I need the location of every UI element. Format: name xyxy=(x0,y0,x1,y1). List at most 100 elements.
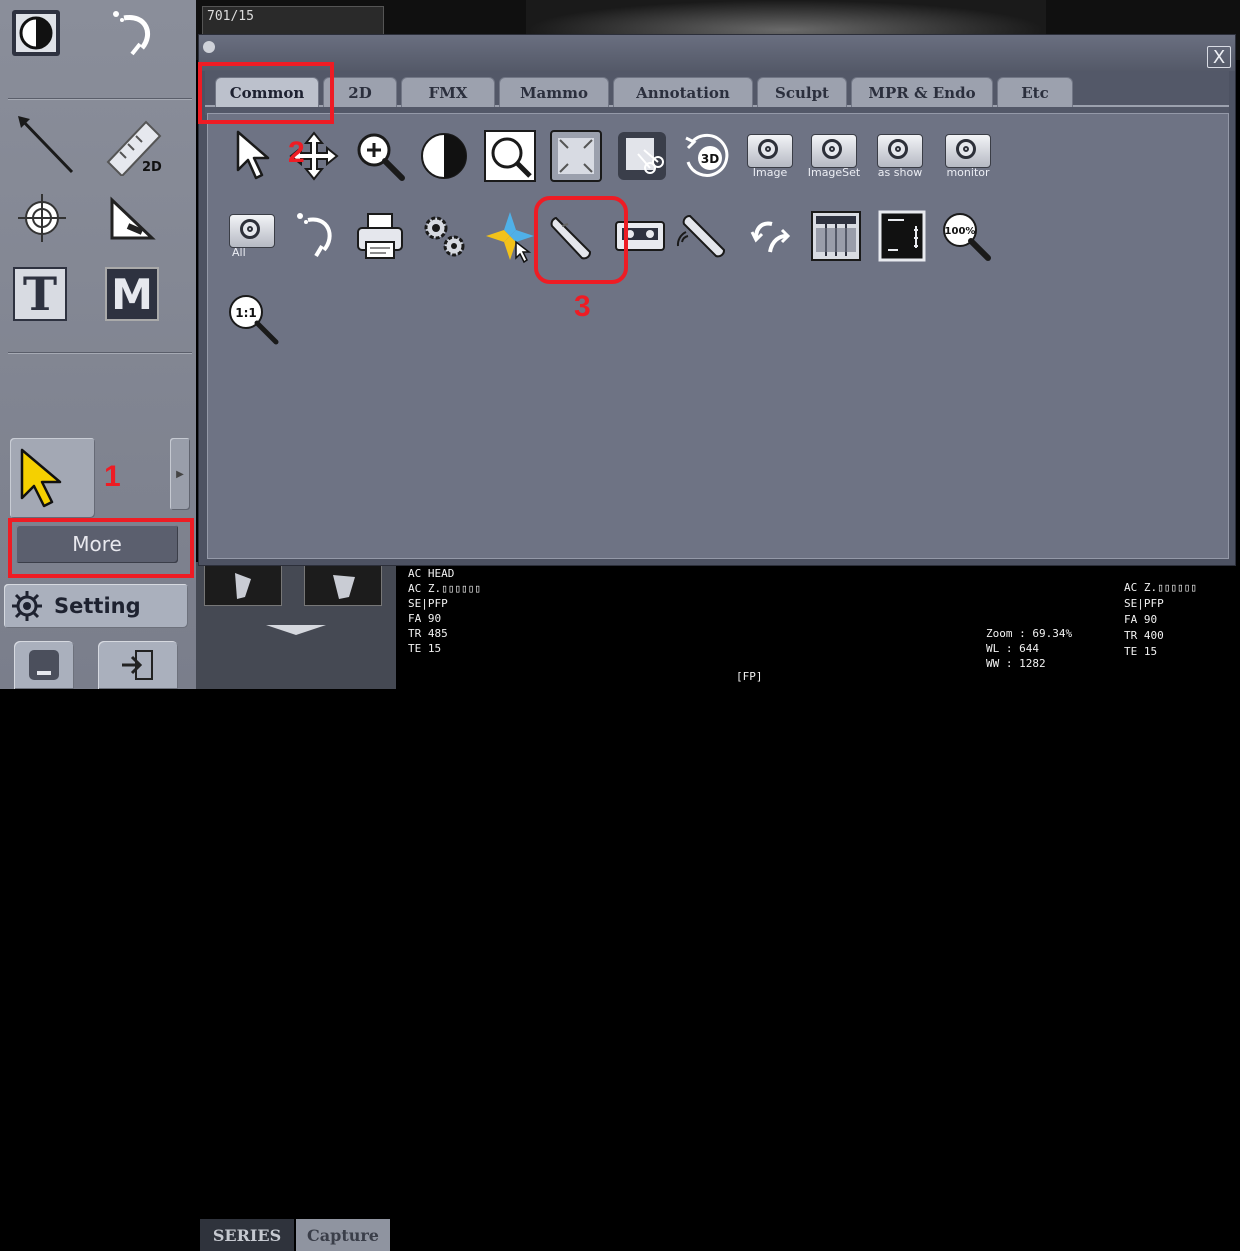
ruler-label: 2D xyxy=(142,160,162,175)
minimize-button[interactable] xyxy=(14,641,74,689)
rotate-3d-tool[interactable]: 3D xyxy=(676,126,736,186)
zoom-100-icon: 100% xyxy=(943,213,991,261)
expand-toolbar-button[interactable]: ▶ xyxy=(170,438,190,510)
annotation-box-tab xyxy=(198,62,334,124)
reference-line-tool[interactable] xyxy=(480,206,540,266)
scroll-down-icon[interactable] xyxy=(266,620,326,635)
prev-series-button[interactable] xyxy=(204,564,282,606)
overlay-text: AC Z.▯▯▯▯▯▯ xyxy=(408,582,481,595)
thumbnail-label: 701/15 xyxy=(207,9,254,24)
swap-arrows-icon xyxy=(750,221,791,253)
tab-sculpt[interactable]: Sculpt xyxy=(757,77,847,107)
minimize-icon xyxy=(29,650,59,680)
ruler-2d-icon[interactable]: 2D xyxy=(100,112,164,176)
capture-as-show-tool[interactable]: as show xyxy=(870,126,930,186)
ruler-frame-icon xyxy=(878,210,926,262)
tab-capture[interactable]: Capture xyxy=(296,1219,390,1251)
window-level-readout: WL : 644 xyxy=(986,642,1039,655)
separator xyxy=(8,352,192,354)
cut-image-icon xyxy=(618,132,666,180)
tab-2d[interactable]: 2D xyxy=(323,77,397,107)
series-panel: SERIES Capture xyxy=(196,562,396,1251)
contrast-icon xyxy=(421,133,467,179)
zoom-region-icon xyxy=(484,130,536,182)
exit-icon xyxy=(122,650,153,680)
overlay-text: AC HEAD xyxy=(408,567,455,580)
zoom-in-icon xyxy=(357,133,405,181)
camera-all-icon xyxy=(229,213,275,248)
zoom-100-tool[interactable]: 100% xyxy=(936,206,996,266)
dialog-titlebar[interactable]: X xyxy=(199,35,1235,71)
capture-imageset-tool[interactable]: ImageSet xyxy=(804,126,864,186)
zoom-tool[interactable] xyxy=(350,126,410,186)
overlay-text: SE|PFP xyxy=(1124,597,1164,610)
probe-sound-icon xyxy=(676,215,725,258)
rotate-3d-label: 3D xyxy=(701,152,719,166)
overlay-text: SE|PFP xyxy=(408,597,448,610)
fit-screen-tool[interactable] xyxy=(546,126,606,186)
gear-icon xyxy=(12,591,42,621)
marker-tool-button[interactable]: M xyxy=(100,262,164,326)
exit-button[interactable] xyxy=(98,641,178,689)
film-layout-tool[interactable] xyxy=(806,206,866,266)
overlay-center: [FP] xyxy=(736,670,763,683)
camera-imageset-icon xyxy=(811,133,857,168)
undo-tool[interactable] xyxy=(286,206,346,266)
tab-etc[interactable]: Etc xyxy=(997,77,1073,107)
fit-screen-icon xyxy=(550,130,602,182)
tab-mammo[interactable]: Mammo xyxy=(499,77,609,107)
more-tools-dialog: X Common 2D FMX Mammo Annotation Sculpt … xyxy=(198,34,1236,566)
close-button[interactable]: X xyxy=(1207,46,1231,68)
camera-image-icon xyxy=(747,133,793,168)
annotation-step-1: 1 xyxy=(104,460,121,493)
text-tool-button[interactable]: T xyxy=(8,262,72,326)
pointer-tool-button[interactable] xyxy=(10,438,95,518)
overlay-text: AC Z.▯▯▯▯▯▯ xyxy=(1124,581,1197,594)
angle-icon[interactable] xyxy=(100,186,164,250)
left-toolbar: 2D T M ▶ More Setting xyxy=(0,0,196,689)
camera-as-show-icon xyxy=(877,133,923,168)
overlay-text: TE 15 xyxy=(1124,645,1158,658)
printer-icon xyxy=(357,213,403,259)
region-zoom-tool[interactable] xyxy=(480,126,540,186)
tab-annotation[interactable]: Annotation xyxy=(613,77,753,107)
text-tool-label: T xyxy=(13,267,67,321)
capture-image-tool[interactable]: Image xyxy=(740,126,800,186)
line-icon[interactable] xyxy=(12,110,76,174)
overlay-text: TR 485 xyxy=(408,627,448,640)
contrast-tool[interactable] xyxy=(414,126,474,186)
overlay-text: FA 90 xyxy=(408,612,442,625)
probe-sound-tool[interactable] xyxy=(674,206,734,266)
annotation-step-3: 3 xyxy=(574,290,591,323)
settings-tool[interactable] xyxy=(414,206,474,266)
zoom-100-label: 100% xyxy=(945,226,976,237)
tab-series[interactable]: SERIES xyxy=(200,1219,294,1251)
tab-fmx[interactable]: FMX xyxy=(401,77,495,107)
half-contrast-icon[interactable] xyxy=(4,0,68,64)
window-menu-icon[interactable] xyxy=(203,41,215,53)
capture-monitor-tool[interactable]: monitor xyxy=(938,126,998,186)
pointer-tool[interactable] xyxy=(222,126,282,186)
tab-mpr-endo[interactable]: MPR & Endo xyxy=(851,77,993,107)
annotation-step-2: 2 xyxy=(288,136,305,169)
cut-tool[interactable] xyxy=(612,126,672,186)
rotate-3d-icon: 3D xyxy=(685,133,729,177)
undo-icon[interactable] xyxy=(100,0,164,64)
overlay-mid: Zoom : 69.34% WL : 644 WW : 1282 xyxy=(986,626,1072,671)
camera-monitor-icon xyxy=(945,133,991,168)
zoom-1to1-icon: 1:1 xyxy=(229,295,279,345)
separator xyxy=(8,98,192,100)
capture-all-tool[interactable]: All xyxy=(222,206,282,266)
overlay-right: AC Z.▯▯▯▯▯▯ SE|PFP FA 90 TR 400 TE 15 xyxy=(1124,580,1197,660)
crosshair-pointer-icon xyxy=(486,212,534,264)
zoom-1to1-tool[interactable]: 1:1 xyxy=(222,290,282,350)
overlay-text: TR 400 xyxy=(1124,629,1164,642)
marker-tool-label: M xyxy=(105,267,159,321)
undo-icon xyxy=(297,213,332,258)
swap-tool[interactable] xyxy=(740,206,800,266)
setting-button[interactable]: Setting xyxy=(4,584,188,628)
ruler-frame-tool[interactable] xyxy=(872,206,932,266)
print-tool[interactable] xyxy=(350,206,410,266)
crosshair-icon[interactable] xyxy=(10,186,74,250)
next-series-button[interactable] xyxy=(304,564,382,606)
